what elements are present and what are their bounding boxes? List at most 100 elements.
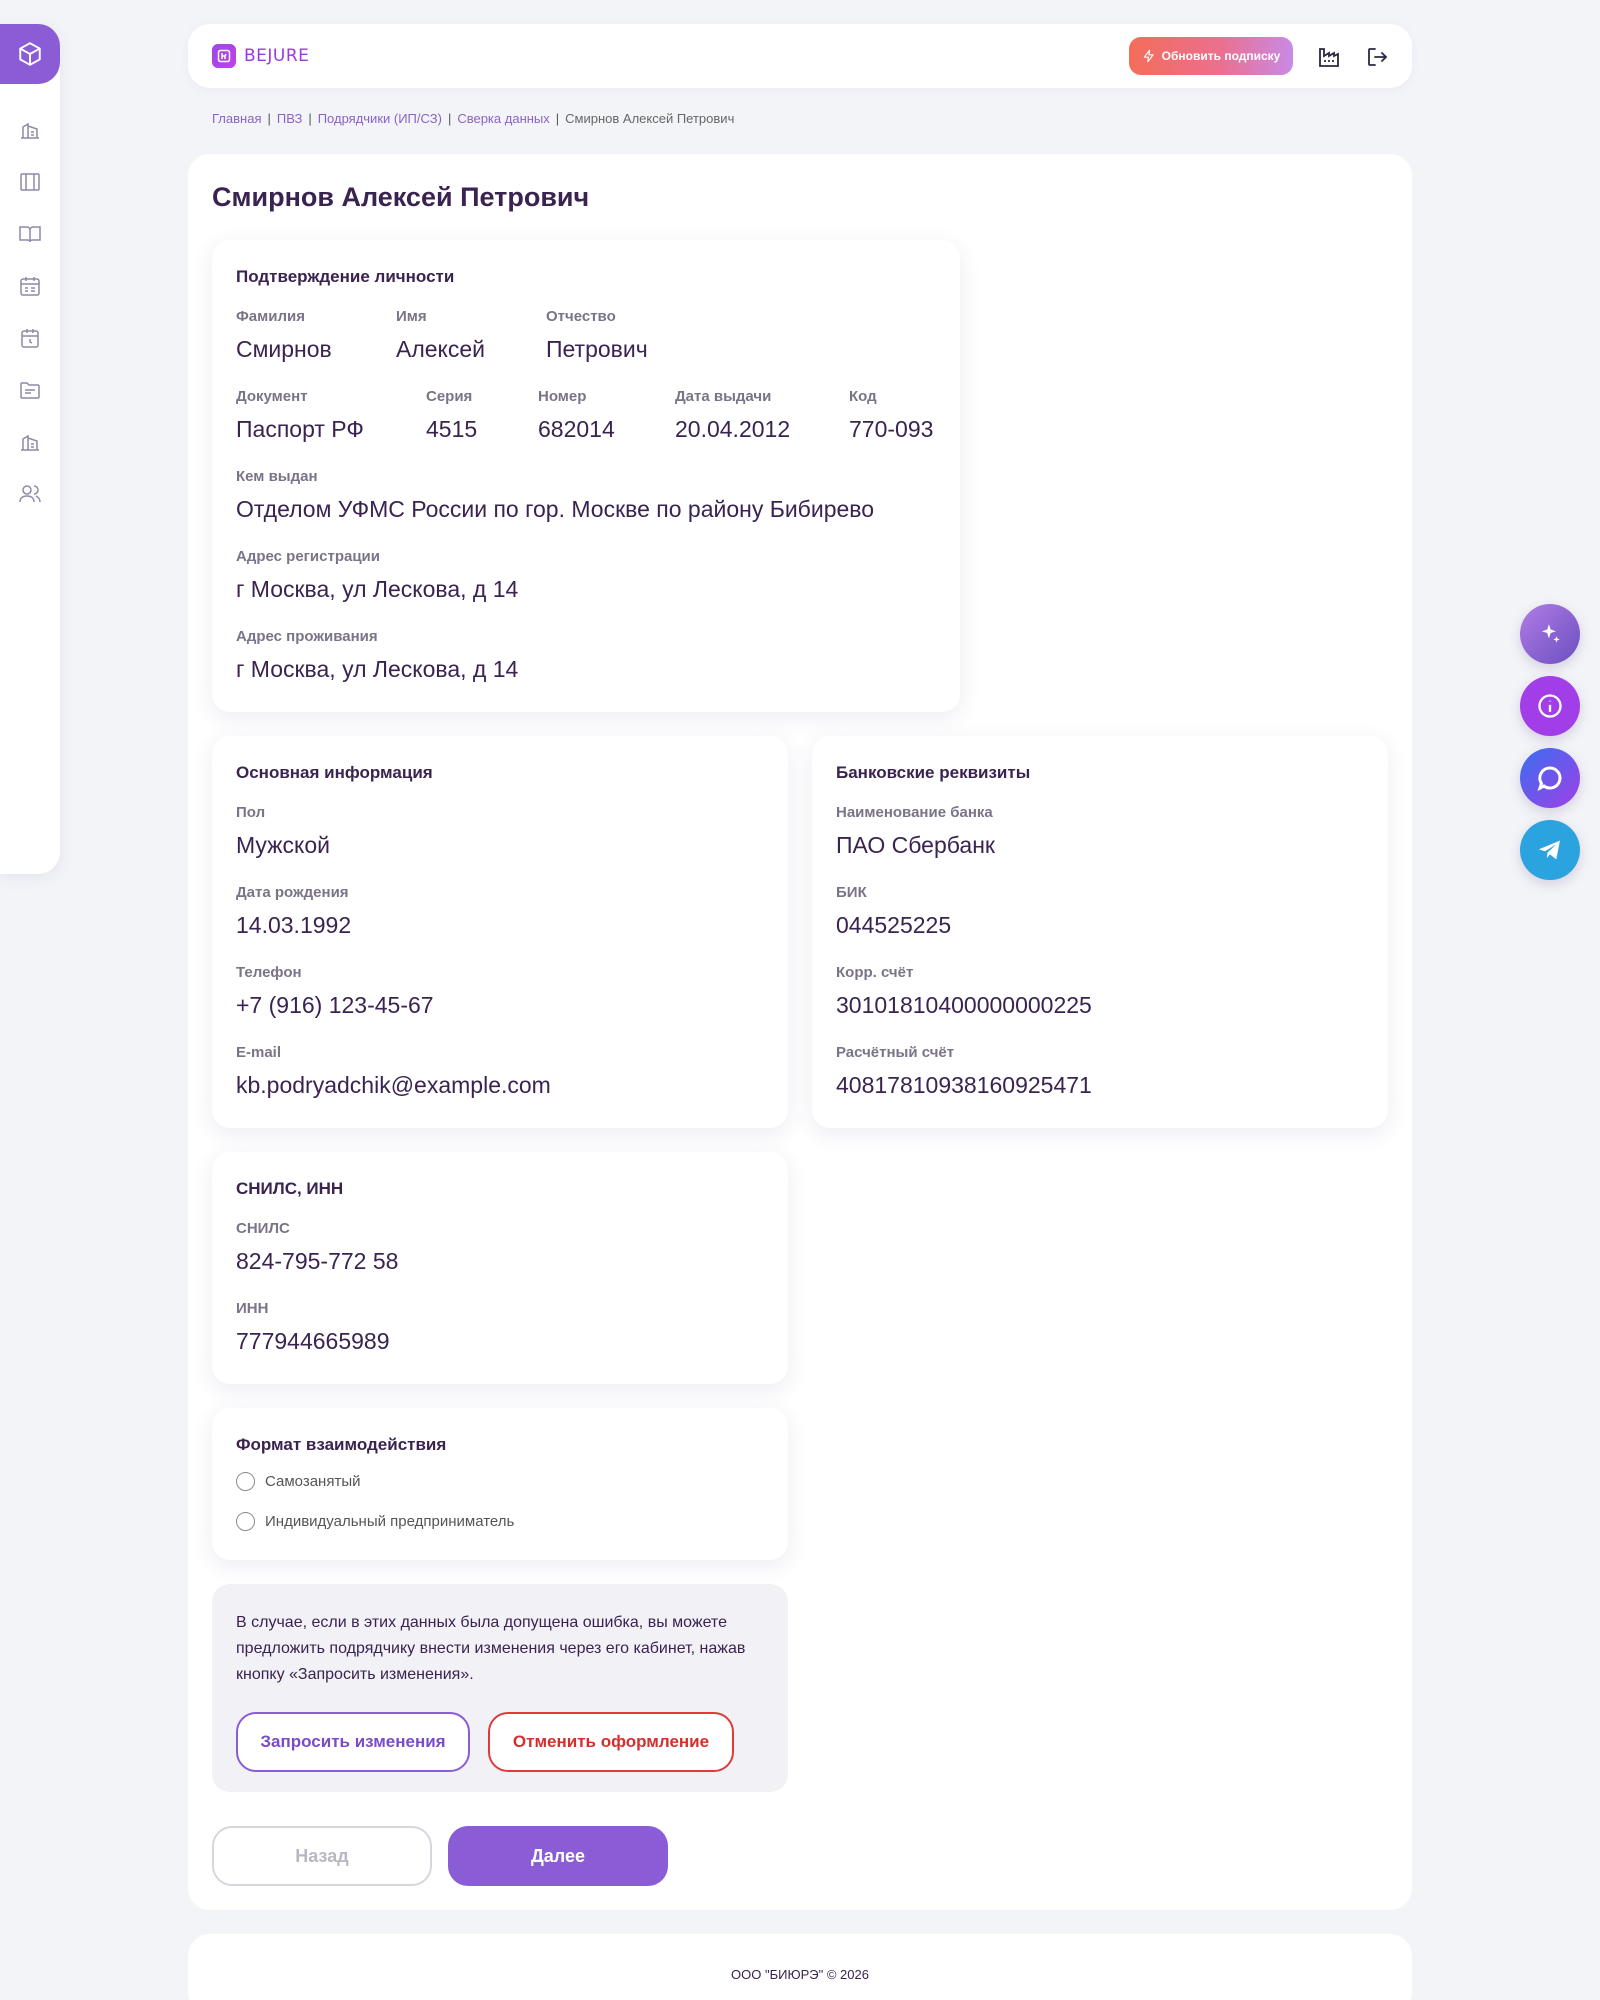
radio-label: Индивидуальный предприниматель: [265, 1513, 515, 1530]
sidebar-item-calendar-clock[interactable]: [14, 322, 46, 354]
radio-option-self-employed[interactable]: Самозанятый: [236, 1472, 361, 1491]
sidebar: [0, 24, 60, 874]
logout-icon: [1368, 48, 1388, 66]
corr-account-value: 30101810400000000225: [836, 992, 1092, 1018]
corr-account-label: Корр. счёт: [836, 964, 914, 981]
number-value: 682014: [538, 416, 615, 442]
bik-label: БИК: [836, 884, 867, 901]
live-address-label: Адрес проживания: [236, 628, 378, 645]
sidebar-item-box[interactable]: [0, 24, 60, 84]
page-title: Смирнов Алексей Петрович: [212, 182, 590, 212]
first-name-label: Имя: [396, 308, 427, 325]
first-name-value: Алексей: [396, 336, 486, 362]
settlement-account-label: Расчётный счёт: [836, 1044, 955, 1061]
inn-value: 777944665989: [236, 1328, 390, 1354]
subscribe-label: Обновить подписку: [1161, 49, 1281, 63]
reg-address-value: г Москва, ул Лескова, д 14: [236, 576, 519, 602]
series-value: 4515: [426, 416, 478, 442]
subscribe-button[interactable]: Обновить подписку: [1129, 37, 1293, 75]
snils-label: СНИЛС: [236, 1220, 290, 1237]
snils-inn-card-title: СНИЛС, ИНН: [236, 1179, 344, 1198]
breadcrumb-link-reconciliation[interactable]: Сверка данных: [457, 111, 549, 126]
patronymic-value: Петрович: [546, 336, 648, 362]
cancel-registration-button[interactable]: Отменить оформление: [488, 1712, 734, 1772]
email-label: E-mail: [236, 1044, 282, 1061]
patronymic-label: Отчество: [546, 308, 616, 325]
sidebar-item-building[interactable]: [14, 114, 46, 146]
breadcrumb-link-home[interactable]: Главная: [212, 111, 261, 126]
breadcrumb: Главная | ПВЗ | Подрядчики (ИП/СЗ) | Све…: [212, 111, 734, 126]
calendar-clock-icon: [21, 329, 39, 348]
code-label: Код: [849, 388, 877, 405]
bik-value: 044525225: [836, 912, 952, 938]
birth-date-value: 14.03.1992: [236, 912, 352, 938]
sidebar-item-folder[interactable]: [14, 374, 46, 406]
chat-button[interactable]: [1520, 748, 1580, 808]
building-icon: [21, 122, 39, 139]
settlement-account-value: 40817810938160925471: [836, 1072, 1092, 1098]
notice-text: В случае, если в этих данных была допуще…: [236, 1614, 746, 1683]
snils-value: 824-795-772 58: [236, 1248, 399, 1274]
bank-details-card-title: Банковские реквизиты: [836, 763, 1031, 782]
sidebar-item-calendar[interactable]: [14, 270, 46, 302]
columns-icon: [20, 173, 40, 191]
identity-card-title: Подтверждение личности: [236, 267, 455, 286]
code-value: 770-093: [849, 416, 934, 442]
last-name-label: Фамилия: [236, 308, 305, 325]
back-button[interactable]: Назад: [212, 1826, 432, 1886]
basic-info-card-title: Основная информация: [236, 763, 433, 782]
logout-button[interactable]: [1364, 44, 1390, 70]
lightning-icon: [1143, 49, 1154, 63]
snils-inn-card: СНИЛС, ИНН СНИЛС 824-795-772 58 ИНН 7779…: [212, 1152, 788, 1384]
radio-button[interactable]: [236, 1512, 255, 1531]
folder-icon: [20, 382, 40, 399]
info-button[interactable]: [1520, 676, 1580, 736]
logo-mark-icon: [212, 44, 236, 68]
interaction-format-card: Формат взаимодействия Самозанятый Индиви…: [212, 1408, 788, 1560]
breadcrumb-link-pvz[interactable]: ПВЗ: [277, 111, 302, 126]
radio-label: Самозанятый: [265, 1473, 361, 1490]
sidebar-item-columns[interactable]: [14, 166, 46, 198]
info-icon: [1538, 694, 1562, 718]
users-icon: [19, 485, 41, 503]
logo-text: BEJURE: [244, 46, 310, 66]
sidebar-item-users[interactable]: [14, 478, 46, 510]
footer: ООО "БИЮРЭ" © 2026: [188, 1934, 1412, 2000]
book-icon: [19, 226, 41, 243]
next-button[interactable]: Далее: [448, 1826, 668, 1886]
breadcrumb-separator: |: [447, 111, 452, 126]
footer-copyright: ООО "БИЮРЭ" © 2026: [731, 1967, 869, 1982]
factory-icon: [1319, 48, 1339, 67]
factory-button[interactable]: [1316, 44, 1342, 70]
birth-date-label: Дата рождения: [236, 884, 349, 901]
breadcrumb-separator: |: [267, 111, 271, 126]
basic-info-card: Основная информация Пол Мужской Дата рож…: [212, 736, 788, 1128]
issued-by-label: Кем выдан: [236, 468, 318, 485]
request-changes-button[interactable]: Запросить изменения: [236, 1712, 470, 1772]
bank-name-label: Наименование банка: [836, 804, 993, 821]
bank-name-value: ПАО Сбербанк: [836, 832, 995, 858]
breadcrumb-link-contractors[interactable]: Подрядчики (ИП/СЗ): [318, 111, 442, 126]
radio-button[interactable]: [236, 1472, 255, 1491]
breadcrumb-separator: |: [555, 111, 560, 126]
number-label: Номер: [538, 388, 587, 405]
radio-option-entrepreneur[interactable]: Индивидуальный предприниматель: [236, 1512, 514, 1531]
interaction-format-card-title: Формат взаимодействия: [236, 1435, 447, 1454]
issued-by-value: Отделом УФМС России по гор. Москве по ра…: [236, 496, 875, 522]
box-icon: [19, 42, 41, 66]
main-content: Смирнов Алексей Петрович Подтверждение л…: [188, 154, 1412, 1910]
gender-value: Мужской: [236, 832, 331, 858]
sidebar-item-warehouse[interactable]: [14, 426, 46, 458]
phone-value: +7 (916) 123-45-67: [236, 992, 434, 1018]
live-address-value: г Москва, ул Лескова, д 14: [236, 656, 519, 682]
email-value: kb.podryadchik@example.com: [236, 1072, 551, 1098]
top-header: BEJURE Обновить подписку: [188, 24, 1412, 88]
reg-address-label: Адрес регистрации: [236, 548, 381, 565]
last-name-value: Смирнов: [236, 336, 332, 362]
ai-assistant-button[interactable]: [1520, 604, 1580, 664]
telegram-button[interactable]: [1520, 820, 1580, 880]
breadcrumb-separator: |: [308, 111, 312, 126]
sidebar-item-book[interactable]: [14, 218, 46, 250]
chat-icon: [1537, 766, 1562, 791]
logo[interactable]: BEJURE: [212, 44, 309, 68]
